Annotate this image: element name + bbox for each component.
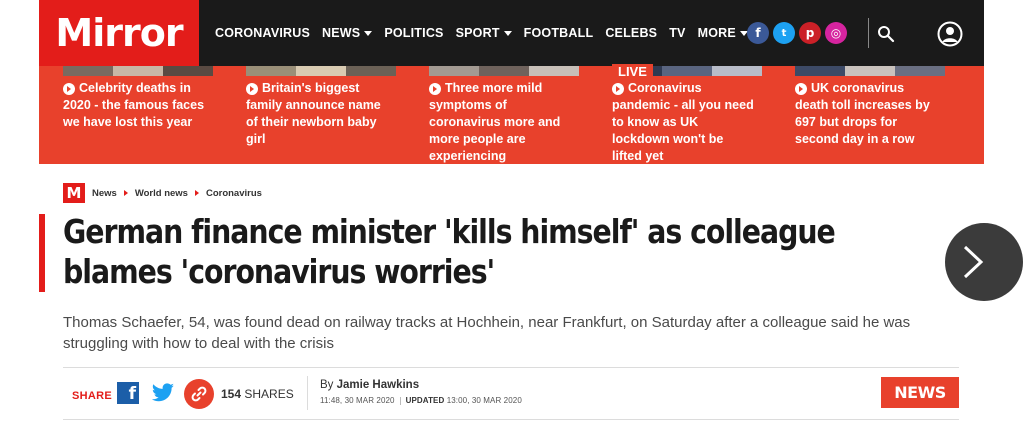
byline-prefix: By [320, 379, 337, 391]
nav-item-label: CELEBS [605, 26, 658, 40]
nav-item-more[interactable]: MORE [698, 26, 748, 40]
top-navigation: Mirror CORONAVIRUS NEWS POLITICS SPORT FOOTB… [39, 0, 984, 66]
share-count-number: 154 [221, 387, 242, 401]
share-link-button[interactable] [184, 379, 214, 409]
nav-item-football[interactable]: FOOTBALL [524, 26, 594, 40]
breadcrumb-separator-icon [123, 190, 128, 196]
article-dates: 11:48, 30 MAR 2020 UPDATED 13:00, 30 MAR … [320, 396, 522, 405]
author-link[interactable]: Jamie Hawkins [337, 379, 419, 391]
nav-item-tv[interactable]: TV [669, 26, 685, 40]
article-headline: German finance minister 'kills himself' … [63, 212, 836, 292]
search-icon[interactable] [877, 25, 895, 43]
trending-story[interactable]: Celebrity deaths in 2020 - the famous fa… [39, 66, 213, 164]
divider-bottom [63, 419, 959, 420]
trending-stories-strip: Celebrity deaths in 2020 - the famous fa… [39, 64, 984, 165]
chevron-down-icon [503, 30, 512, 36]
breadcrumb-item[interactable]: Coronavirus [206, 188, 262, 199]
nav-item-celebs[interactable]: CELEBS [605, 26, 657, 40]
breadcrumb-item[interactable]: News [92, 188, 117, 199]
story-headline-text: Three more mild symptoms of coronavirus … [429, 81, 561, 163]
share-twitter-icon[interactable] [151, 383, 175, 403]
user-account-icon[interactable] [937, 21, 963, 47]
mirror-logo[interactable]: Mirror [39, 0, 199, 66]
nav-item-label: SPORT [455, 26, 500, 40]
trending-story[interactable]: Three more mild symptoms of coronavirus … [405, 66, 579, 165]
mirror-badge-icon[interactable]: M [63, 183, 85, 203]
story-thumbnail [246, 66, 396, 76]
breadcrumb-separator-icon [194, 190, 199, 196]
share-divider [307, 376, 308, 410]
trending-story[interactable]: LIVE Coronavirus pandemic - all you need … [588, 64, 762, 165]
page: Mirror CORONAVIRUS NEWS POLITICS SPORT FOOTB… [39, 0, 1023, 422]
live-tag: LIVE [612, 64, 653, 79]
nav-item-news[interactable]: NEWS [322, 26, 373, 40]
share-count: 154 SHARES [221, 387, 294, 401]
story-headline: Three more mild symptoms of coronavirus … [429, 80, 573, 165]
article-standfirst: Thomas Schaefer, 54, was found dead on r… [63, 314, 911, 352]
nav-divider [868, 18, 869, 48]
link-icon [191, 386, 207, 402]
chevron-right-icon [963, 245, 984, 279]
story-thumbnail [795, 66, 945, 76]
nav-item-label: CORONAVIRUS [215, 26, 311, 40]
story-headline: Coronavirus pandemic - all you need to k… [612, 80, 756, 165]
headline-accent-bar [39, 214, 45, 292]
trending-story[interactable]: Britain's biggest family announce name o… [222, 66, 396, 164]
story-headline: UK coronavirus death toll increases by 6… [795, 80, 939, 148]
share-facebook-icon[interactable]: f [117, 382, 139, 404]
share-count-suffix: SHARES [241, 387, 294, 401]
facebook-icon[interactable]: f [747, 22, 769, 44]
pinterest-icon[interactable]: p [799, 22, 821, 44]
breadcrumb: M News World news Coronavirus [63, 183, 262, 203]
nav-item-coronavirus[interactable]: CORONAVIRUS [215, 26, 310, 40]
instagram-icon[interactable]: ◎ [825, 22, 847, 44]
breadcrumb-item[interactable]: World news [135, 188, 188, 199]
nav-item-label: POLITICS [384, 26, 444, 40]
nav-item-label: FOOTBALL [523, 26, 594, 40]
nav-item-politics[interactable]: POLITICS [384, 26, 443, 40]
updated-label: UPDATED [405, 396, 445, 405]
published-time: 11:48, 30 MAR 2020 [320, 396, 395, 405]
share-label: SHARE [72, 390, 113, 402]
trending-story[interactable]: UK coronavirus death toll increases by 6… [771, 66, 945, 164]
nav-item-label: TV [669, 26, 686, 40]
story-thumbnail [63, 66, 213, 76]
story-headline: Britain's biggest family announce name o… [246, 80, 390, 148]
section-badge[interactable]: NEWS [881, 377, 959, 408]
story-headline-text: UK coronavirus death toll increases by 6… [795, 81, 930, 146]
headline-text: German finance minister 'kills himself' … [63, 212, 836, 291]
story-headline: Celebrity deaths in 2020 - the famous fa… [63, 80, 207, 131]
chevron-down-icon [364, 30, 373, 36]
social-links: f t p ◎ [747, 22, 847, 44]
story-headline-text: Coronavirus pandemic - all you need to k… [612, 81, 754, 163]
story-headline-text: Britain's biggest family announce name o… [246, 81, 381, 146]
nav-item-label: NEWS [322, 26, 361, 40]
divider [63, 367, 959, 368]
nav-item-sport[interactable]: SPORT [456, 26, 512, 40]
next-article-button[interactable] [945, 223, 1023, 301]
story-headline-text: Celebrity deaths in 2020 - the famous fa… [63, 81, 205, 129]
nav-links: CORONAVIRUS NEWS POLITICS SPORT FOOTBALL CELE… [215, 0, 748, 66]
date-separator [399, 396, 401, 405]
updated-time: 13:00, 30 MAR 2020 [444, 396, 522, 405]
twitter-icon[interactable]: t [773, 22, 795, 44]
nav-item-label: MORE [697, 26, 736, 40]
story-thumbnail [429, 66, 579, 76]
byline: By Jamie Hawkins [320, 379, 419, 391]
